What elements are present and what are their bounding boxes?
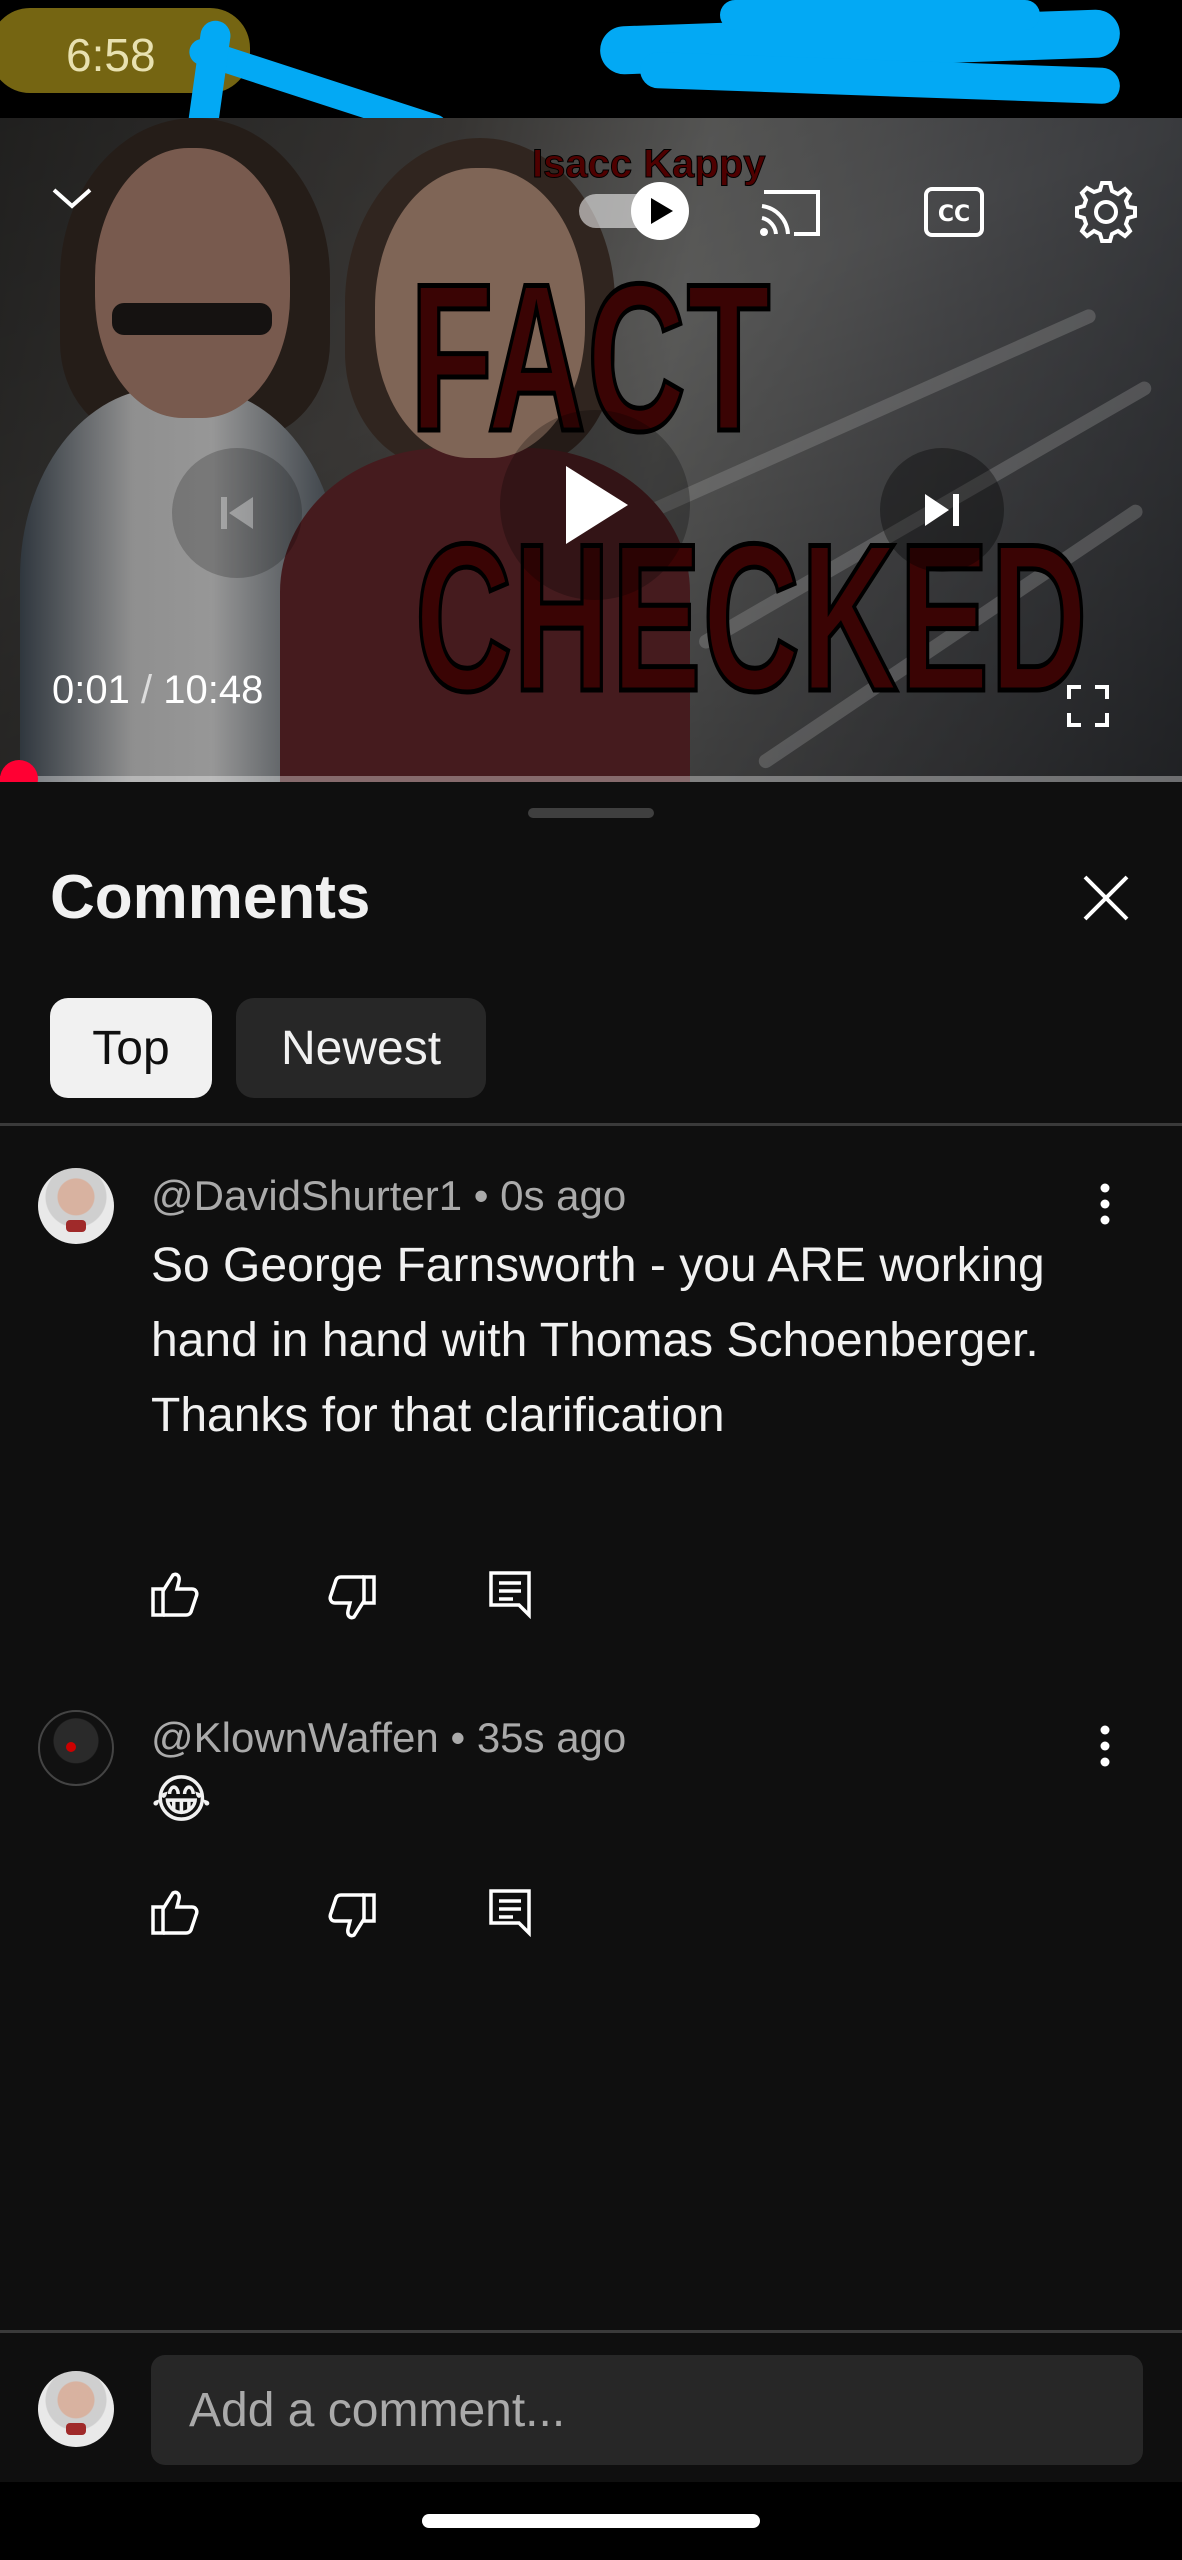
time-separator: / bbox=[140, 668, 153, 712]
reply-icon[interactable] bbox=[480, 1564, 540, 1624]
comment-text: So George Farnsworth - you ARE working h… bbox=[151, 1239, 1045, 1442]
comment-time: 35s ago bbox=[476, 1714, 627, 1761]
dislike-icon[interactable] bbox=[322, 1568, 382, 1628]
close-icon[interactable] bbox=[1074, 866, 1138, 930]
tab-top[interactable]: Top bbox=[50, 998, 212, 1098]
system-navigation-bar bbox=[0, 2482, 1182, 2560]
more-options-icon[interactable] bbox=[1090, 1716, 1120, 1776]
svg-text:CC: CC bbox=[938, 202, 970, 227]
drag-handle[interactable] bbox=[528, 808, 654, 818]
status-time: 6:58 bbox=[66, 29, 156, 81]
cast-icon[interactable] bbox=[755, 176, 827, 248]
fullscreen-icon[interactable] bbox=[1060, 678, 1116, 734]
avatar[interactable] bbox=[38, 1710, 114, 1786]
redaction-scribble-blue bbox=[639, 51, 1121, 105]
more-options-icon[interactable] bbox=[1090, 1174, 1120, 1234]
current-time: 0:01 bbox=[52, 668, 130, 712]
divider bbox=[0, 1123, 1182, 1126]
like-icon[interactable] bbox=[145, 1564, 205, 1624]
autoplay-toggle[interactable] bbox=[575, 180, 695, 240]
comment-meta: @DavidShurter1 • 0s ago bbox=[151, 1172, 627, 1219]
next-video-icon[interactable] bbox=[880, 448, 1004, 572]
previous-video-icon[interactable] bbox=[172, 448, 302, 578]
video-duration: 10:48 bbox=[163, 668, 264, 712]
like-icon[interactable] bbox=[145, 1882, 205, 1942]
comment-author[interactable]: @DavidShurter1 bbox=[151, 1172, 462, 1219]
home-gesture-bar[interactable] bbox=[422, 2514, 760, 2528]
comment-meta: @KlownWaffen • 35s ago bbox=[151, 1714, 627, 1761]
time-readout: 0:01 / 10:48 bbox=[52, 668, 263, 713]
redaction-scribble-blue bbox=[720, 0, 1040, 30]
comments-panel: Comments Top Newest @DavidShurter1 • 0s … bbox=[0, 782, 1182, 2482]
video-player[interactable]: Isacc Kappy FACT CHECKED CC 0:01 / 10:48 bbox=[0, 118, 1182, 782]
comments-title: Comments bbox=[50, 863, 371, 932]
tab-newest[interactable]: Newest bbox=[236, 998, 486, 1098]
play-button[interactable] bbox=[500, 410, 690, 600]
add-comment-bar bbox=[0, 2330, 1182, 2488]
comment-time: 0s ago bbox=[500, 1172, 627, 1219]
reply-icon[interactable] bbox=[480, 1882, 540, 1942]
closed-captions-icon[interactable]: CC bbox=[918, 176, 990, 248]
current-user-avatar bbox=[38, 2371, 114, 2447]
dislike-icon[interactable] bbox=[322, 1886, 382, 1946]
comment-text: 😂 bbox=[151, 1771, 212, 1829]
minimize-chevron-down-icon[interactable] bbox=[42, 168, 102, 228]
comment-author[interactable]: @KlownWaffen bbox=[151, 1714, 439, 1761]
avatar[interactable] bbox=[38, 1168, 114, 1244]
add-comment-input[interactable] bbox=[151, 2355, 1143, 2465]
settings-gear-icon[interactable] bbox=[1068, 174, 1144, 250]
status-bar: 6:58 bbox=[0, 0, 1182, 202]
